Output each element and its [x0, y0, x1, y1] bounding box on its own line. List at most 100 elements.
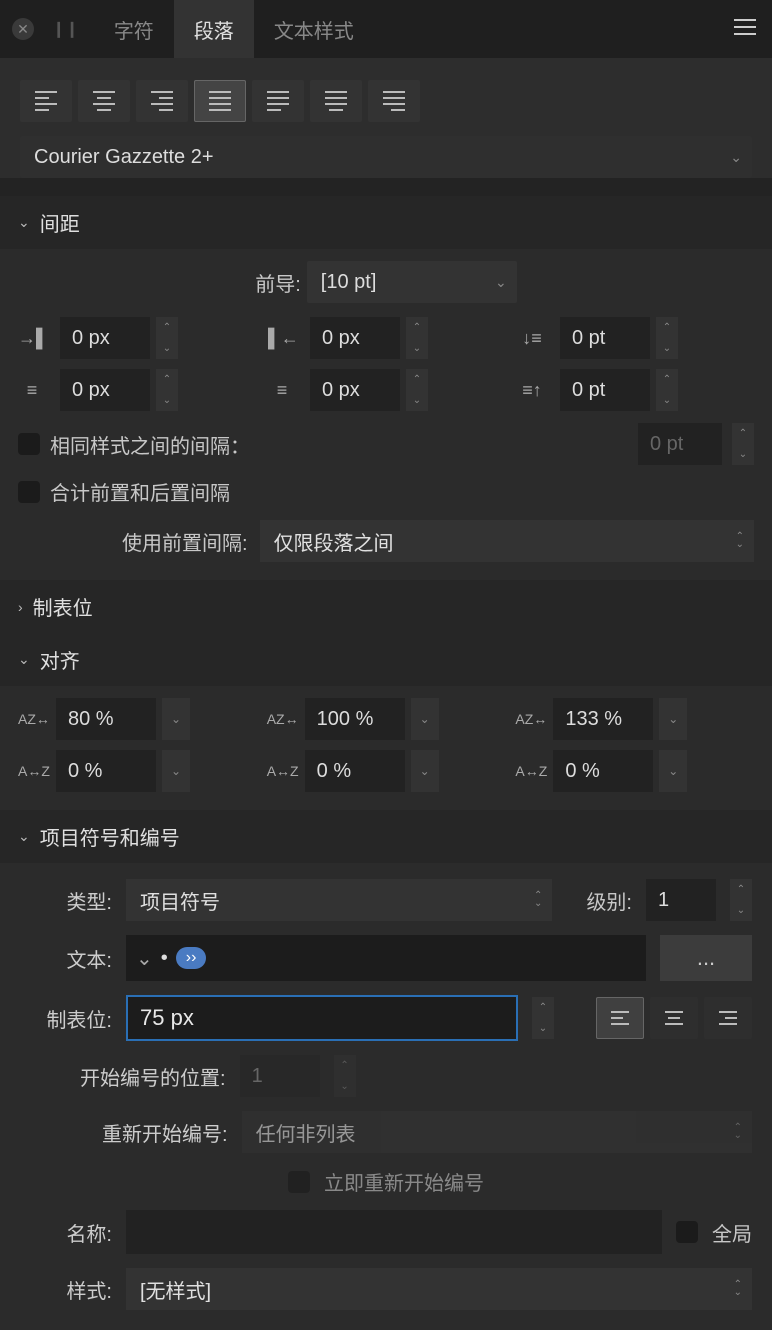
tabstops-title: 制表位	[33, 592, 93, 621]
align-center-button[interactable]	[78, 80, 130, 122]
global-label: 全局	[712, 1218, 752, 1247]
first-line-input[interactable]	[60, 369, 150, 411]
word-min-icon: AZ↔	[18, 711, 50, 727]
align-right-button[interactable]	[136, 80, 188, 122]
space-before-icon: ↓≡	[518, 328, 546, 349]
updown-icon: ⌃⌄	[734, 1124, 742, 1140]
updown-icon: ⌃⌄	[534, 892, 542, 908]
name-input[interactable]	[126, 1210, 662, 1254]
last-line-input[interactable]	[310, 369, 400, 411]
dropdown-button[interactable]: ⌄	[162, 698, 190, 740]
tab-bar: 字符 段落 文本样式	[94, 0, 374, 58]
chevron-down-icon: ⌄	[495, 274, 507, 291]
chevron-down-icon: ⌄	[18, 214, 30, 231]
dropdown-button[interactable]: ⌄	[162, 750, 190, 792]
spinner[interactable]: ⌃⌄	[156, 317, 178, 359]
dropdown-button[interactable]: ⌄	[411, 698, 439, 740]
dropdown-button[interactable]: ⌄	[659, 698, 687, 740]
menu-icon[interactable]	[734, 18, 756, 42]
use-before-select[interactable]: 仅限段落之间 ⌃⌄	[260, 520, 754, 562]
letter-opt-icon: A↔Z	[267, 763, 299, 779]
last-line-icon: ≡	[268, 380, 296, 401]
align-justify-center-button[interactable]	[310, 80, 362, 122]
spinner[interactable]: ⌃⌄	[730, 879, 752, 921]
align-left-button[interactable]	[20, 80, 72, 122]
justify-title: 对齐	[40, 645, 80, 674]
tab-char[interactable]: 字符	[94, 0, 174, 58]
indent-left-icon: →▌	[18, 328, 46, 349]
bullets-title: 项目符号和编号	[40, 822, 180, 851]
indent-left-input[interactable]	[60, 317, 150, 359]
tab-label: 制表位:	[20, 1004, 112, 1033]
text-label: 文本:	[20, 944, 112, 973]
justify-body: AZ↔⌄ AZ↔⌄ AZ↔⌄ A↔Z⌄ A↔Z⌄ A↔Z⌄	[0, 686, 772, 810]
leading-label: 前导:	[255, 268, 301, 297]
letter-min-input[interactable]	[56, 750, 156, 792]
word-opt-icon: AZ↔	[267, 711, 299, 727]
bullet-text-input[interactable]: ⌄ • ››	[126, 935, 646, 981]
indent-right-input[interactable]	[310, 317, 400, 359]
list-align-left-button[interactable]	[596, 997, 644, 1039]
bullets-header[interactable]: ⌄ 项目符号和编号	[0, 810, 772, 863]
space-after-input[interactable]	[560, 369, 650, 411]
list-align-center-button[interactable]	[650, 997, 698, 1039]
word-max-input[interactable]	[553, 698, 653, 740]
dropdown-button[interactable]: ⌄	[411, 750, 439, 792]
letter-max-input[interactable]	[553, 750, 653, 792]
spinner[interactable]: ⌃⌄	[656, 317, 678, 359]
spinner[interactable]: ⌃⌄	[156, 369, 178, 411]
spinner[interactable]: ⌃⌄	[732, 423, 754, 465]
word-max-icon: AZ↔	[515, 711, 547, 727]
align-justify-right-button[interactable]	[368, 80, 420, 122]
bullet-glyph: •	[161, 947, 168, 970]
restart-now-checkbox[interactable]	[288, 1171, 310, 1193]
tab-paragraph[interactable]: 段落	[174, 0, 254, 58]
restart-select[interactable]: 任何非列表 ⌃⌄	[242, 1111, 752, 1153]
type-select[interactable]: 项目符号 ⌃⌄	[126, 879, 552, 921]
letter-opt-input[interactable]	[305, 750, 405, 792]
style-select[interactable]: [无样式] ⌃⌄	[126, 1268, 752, 1310]
space-before-input[interactable]	[560, 317, 650, 359]
justify-header[interactable]: ⌄ 对齐	[0, 633, 772, 686]
same-style-label: 相同样式之间的间隔：	[50, 430, 250, 459]
spacing-title: 间距	[40, 208, 80, 237]
align-justify-left-button[interactable]	[252, 80, 304, 122]
first-line-icon: ≡	[18, 380, 46, 401]
spinner[interactable]: ⌃⌄	[406, 369, 428, 411]
start-at-input	[240, 1055, 320, 1097]
word-opt-input[interactable]	[305, 698, 405, 740]
spinner[interactable]: ⌃⌄	[656, 369, 678, 411]
level-label: 级别:	[586, 886, 632, 915]
bullets-body: 类型: 项目符号 ⌃⌄ 级别: ⌃⌄ 文本: ⌄ • ›› ... 制表位: ⌃…	[0, 863, 772, 1330]
leading-select[interactable]: [10 pt] ⌄	[307, 261, 517, 303]
spinner[interactable]: ⌃⌄	[406, 317, 428, 359]
same-style-value	[638, 423, 722, 465]
global-checkbox[interactable]	[676, 1221, 698, 1243]
tabstops-header[interactable]: › 制表位	[0, 580, 772, 633]
titlebar: ✕ ❙❙ 字符 段落 文本样式	[0, 0, 772, 58]
dropdown-button[interactable]: ⌄	[659, 750, 687, 792]
start-at-label: 开始编号的位置:	[80, 1062, 226, 1091]
align-justify-button[interactable]	[194, 80, 246, 122]
list-align-right-button[interactable]	[704, 997, 752, 1039]
use-before-label: 使用前置间隔:	[122, 527, 248, 556]
spinner[interactable]: ⌃⌄	[532, 997, 554, 1039]
word-min-input[interactable]	[56, 698, 156, 740]
paragraph-style-select[interactable]: Courier Gazzette 2+ ⌄	[20, 136, 752, 178]
spacing-body: 前导: [10 pt] ⌄ →▌ ⌃⌄ ▌← ⌃⌄ ↓≡ ⌃⌄ ≡ ⌃⌄ ≡ ⌃…	[0, 249, 772, 580]
pause-icon: ❙❙	[52, 19, 79, 39]
updown-icon: ⌃⌄	[736, 533, 744, 549]
chevron-down-icon: ⌄	[18, 828, 30, 845]
same-style-checkbox[interactable]	[18, 433, 40, 455]
chevron-down-icon: ⌄	[18, 651, 30, 668]
level-input[interactable]	[646, 879, 716, 921]
sum-spacing-label: 合计前置和后置间隔	[50, 477, 230, 506]
close-icon[interactable]: ✕	[12, 18, 34, 40]
spacing-header[interactable]: ⌄ 间距	[0, 196, 772, 249]
chevron-down-icon[interactable]: ⌄	[136, 946, 153, 971]
tab-textstyle[interactable]: 文本样式	[254, 0, 374, 58]
list-align-group	[596, 997, 752, 1039]
tab-input[interactable]	[126, 995, 518, 1041]
sum-spacing-checkbox[interactable]	[18, 481, 40, 503]
more-button[interactable]: ...	[660, 935, 752, 981]
